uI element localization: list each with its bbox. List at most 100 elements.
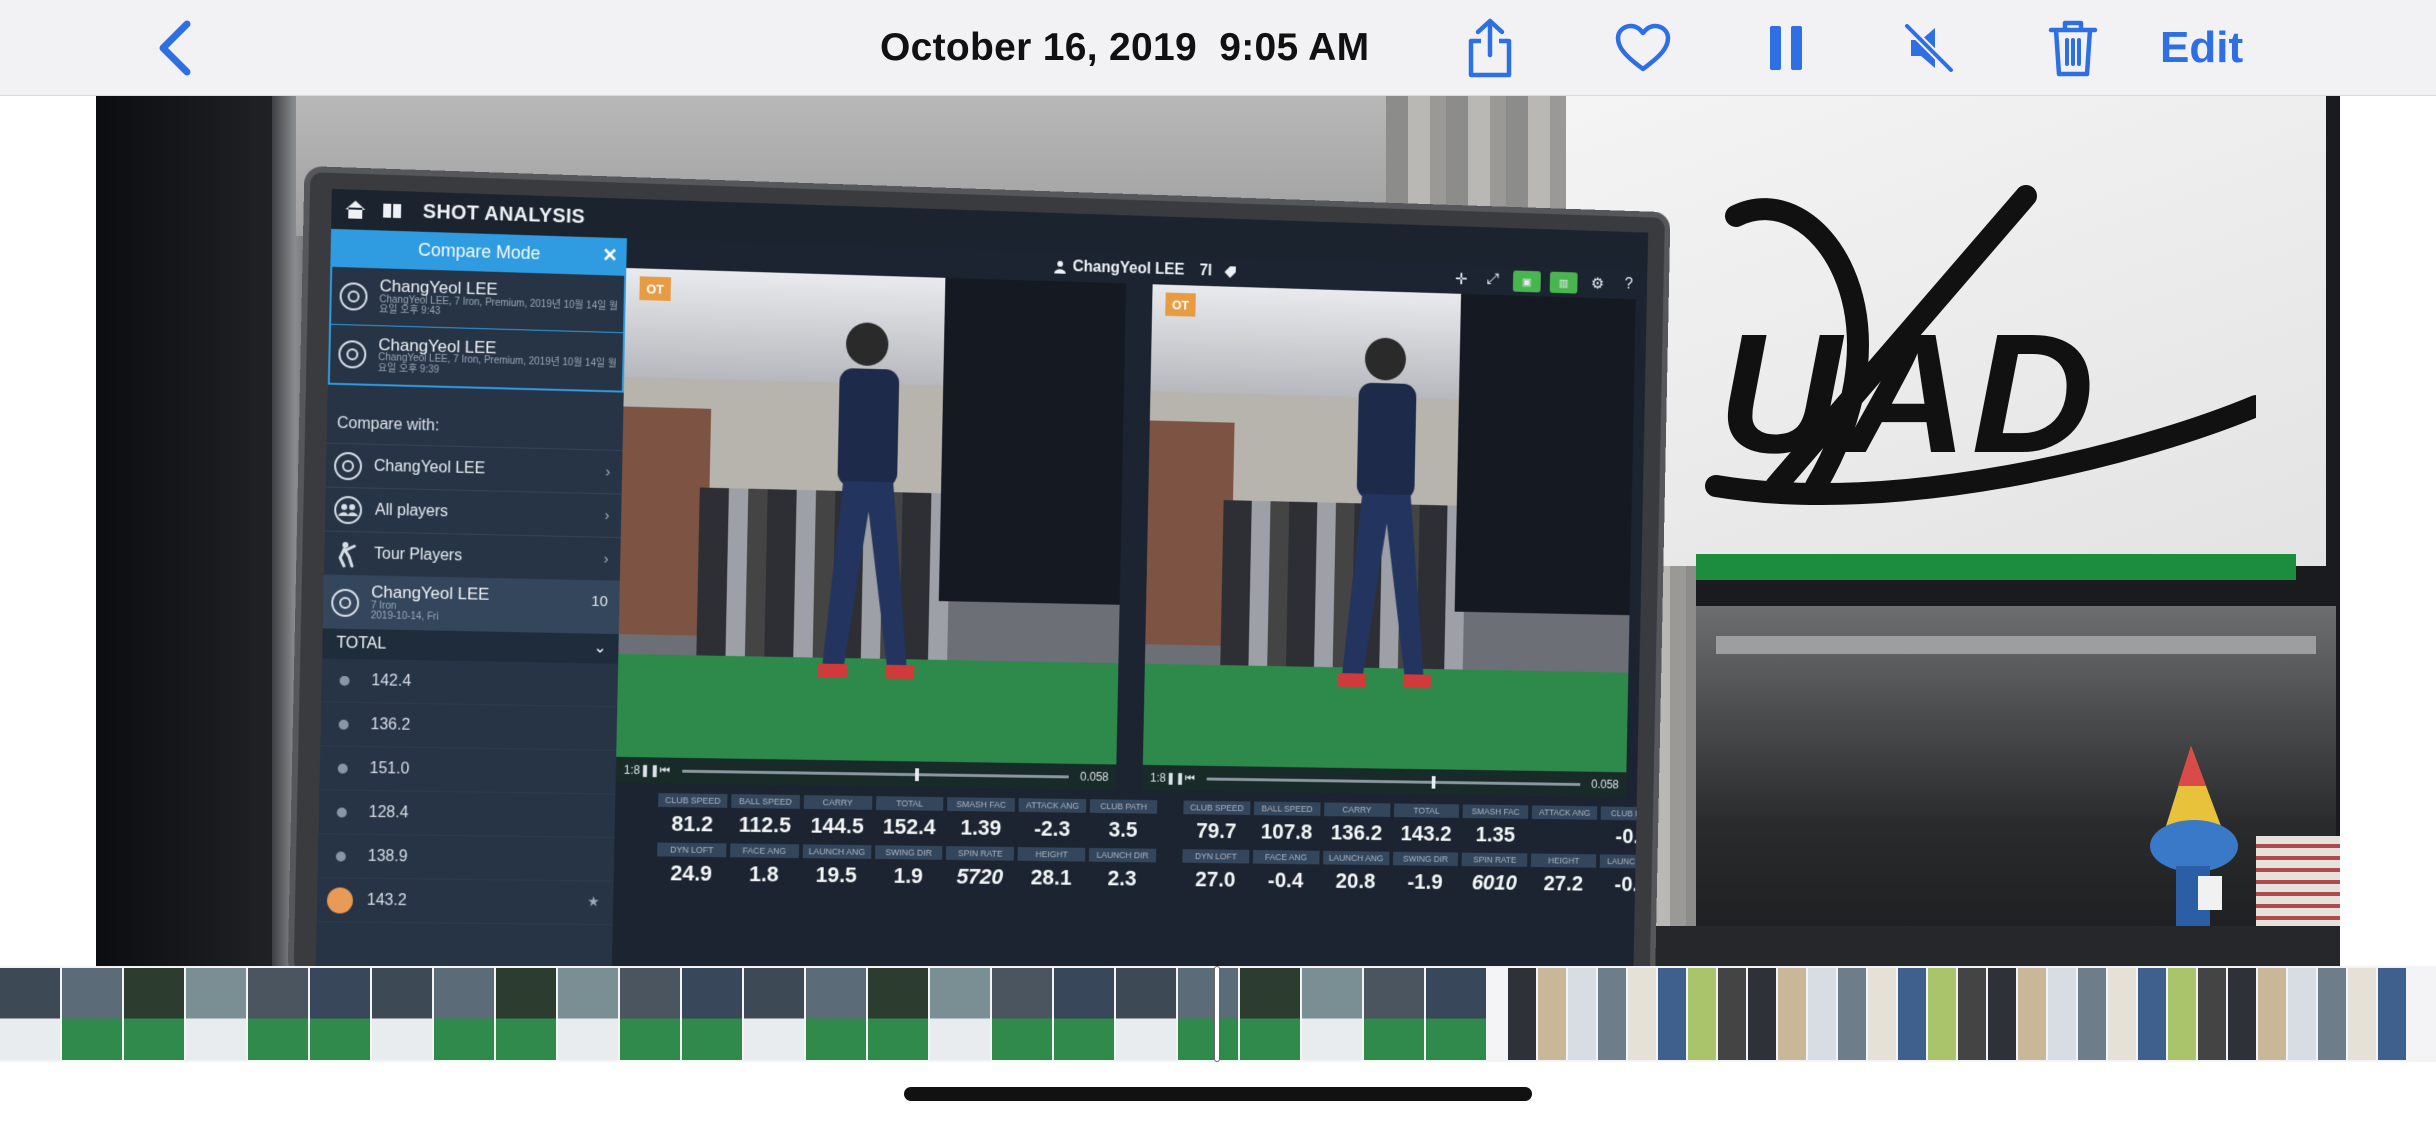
photo-thumbnail[interactable] [2198, 968, 2226, 1060]
mute-button[interactable] [1896, 14, 1962, 82]
photo-thumbnail[interactable] [2108, 968, 2136, 1060]
scrubber-track[interactable] [1206, 777, 1581, 786]
photo-thumbnail[interactable] [1748, 968, 1776, 1060]
photo-thumbnail[interactable] [310, 968, 370, 1060]
photo-thumbnail[interactable] [1658, 968, 1686, 1060]
photo-thumbnail[interactable] [2318, 968, 2346, 1060]
compare-item-tour-players[interactable]: Tour Players › [323, 530, 621, 581]
close-icon[interactable]: × [603, 242, 617, 270]
home-indicator[interactable] [904, 1087, 1532, 1101]
metric-value: 24.9 [670, 860, 713, 886]
photo-thumbnail[interactable] [744, 968, 804, 1060]
pause-button[interactable] [1756, 14, 1816, 82]
photo-thumbnail[interactable] [1240, 968, 1300, 1060]
photo-thumbnail[interactable] [992, 968, 1052, 1060]
help-icon[interactable]: ? [1618, 274, 1640, 296]
pause-icon[interactable]: ❚❚ [1166, 771, 1185, 785]
delete-button[interactable] [2040, 14, 2106, 82]
total-item[interactable]: 128.4 [318, 790, 616, 839]
photo-thumbnail[interactable] [1718, 968, 1746, 1060]
photo-view[interactable]: UAD SHOT ANALYSIS Compare Mode × ChangYe… [96, 96, 2340, 966]
left-swing-video[interactable]: OT 1:8 ❚❚ ⏮ 0.058 [615, 267, 1127, 790]
tag-icon[interactable] [1223, 265, 1236, 279]
playback-speed[interactable]: 1:8 [624, 763, 641, 777]
photo-thumbnail[interactable] [1868, 968, 1896, 1060]
step-back-icon[interactable]: ⏮ [1185, 771, 1195, 786]
photo-thumbnail[interactable] [1364, 968, 1424, 1060]
compare-with-heading: Compare with: [336, 414, 440, 435]
share-button[interactable] [1458, 14, 1522, 82]
photo-thumbnail[interactable] [0, 968, 60, 1060]
metric-label: DYN LOFT [1182, 849, 1250, 864]
photo-thumbnail[interactable] [2378, 968, 2406, 1060]
selected-shot[interactable]: ChangYeol LEE ChangYeol LEE, 7 Iron, Pre… [331, 266, 625, 334]
camera-toggle-icon[interactable]: ▣ [1512, 270, 1541, 293]
photo-thumbnail[interactable] [1778, 968, 1806, 1060]
photo-thumbnail[interactable] [2348, 968, 2376, 1060]
pause-icon[interactable]: ❚❚ [640, 763, 660, 777]
photo-thumbnail[interactable] [1568, 968, 1596, 1060]
photo-thumbnail[interactable] [1538, 968, 1566, 1060]
photo-thumbnail[interactable] [1302, 968, 1362, 1060]
photo-thumbnail[interactable] [868, 968, 928, 1060]
thumbnail-strip[interactable] [0, 966, 2436, 1062]
photo-thumbnail[interactable] [2078, 968, 2106, 1060]
photo-thumbnail[interactable] [2258, 968, 2286, 1060]
photo-thumbnail[interactable] [1928, 968, 1956, 1060]
photo-thumbnail[interactable] [124, 968, 184, 1060]
expand-icon[interactable]: ⤢ [1481, 269, 1504, 291]
favorite-button[interactable] [1608, 14, 1678, 82]
photo-thumbnail[interactable] [682, 968, 742, 1060]
edit-button[interactable]: Edit [2160, 14, 2310, 82]
total-item[interactable]: 151.0 [319, 746, 617, 795]
photo-thumbnail[interactable] [1598, 968, 1626, 1060]
photo-thumbnail[interactable] [1838, 968, 1866, 1060]
photo-thumbnail[interactable] [2288, 968, 2316, 1060]
photo-thumbnail[interactable] [2228, 968, 2256, 1060]
photo-thumbnail[interactable] [1898, 968, 1926, 1060]
photo-thumbnail[interactable] [558, 968, 618, 1060]
total-item[interactable]: 142.4 [321, 658, 619, 708]
gear-icon[interactable]: ⚙ [1586, 273, 1608, 295]
photo-thumbnail[interactable] [2018, 968, 2046, 1060]
photo-thumbnail[interactable] [1988, 968, 2016, 1060]
crosshair-icon[interactable]: ✛ [1450, 268, 1473, 290]
photo-thumbnail[interactable] [496, 968, 556, 1060]
photo-thumbnail[interactable] [1628, 968, 1656, 1060]
photo-thumbnail[interactable] [1958, 968, 1986, 1060]
photo-thumbnail[interactable] [1178, 968, 1238, 1060]
photo-thumbnail[interactable] [1508, 968, 1536, 1060]
photo-thumbnail[interactable] [186, 968, 246, 1060]
photo-thumbnail[interactable] [434, 968, 494, 1060]
photo-thumbnail[interactable] [1808, 968, 1836, 1060]
compare-item-player[interactable]: ChangYeol LEE › [325, 442, 623, 494]
selected-player-row[interactable]: ChangYeol LEE 7 Iron 2019-10-14, Fri 10 [322, 574, 620, 635]
metric-cell: HEIGHT 28.1 [1017, 847, 1086, 891]
right-swing-video[interactable]: OT 1:8 ❚❚ ⏮ 0.058 [1142, 284, 1636, 798]
photo-thumbnail[interactable] [1426, 968, 1486, 1060]
photo-thumbnail[interactable] [930, 968, 990, 1060]
photo-thumbnail[interactable] [806, 968, 866, 1060]
compare-item-all-players[interactable]: All players › [324, 486, 622, 538]
photo-thumbnail[interactable] [2168, 968, 2196, 1060]
photo-thumbnail[interactable] [1116, 968, 1176, 1060]
photo-thumbnail[interactable] [2138, 968, 2166, 1060]
star-icon[interactable]: ★ [587, 893, 600, 910]
photo-thumbnail[interactable] [62, 968, 122, 1060]
total-item[interactable]: 136.2 [320, 702, 618, 751]
step-back-icon[interactable]: ⏮ [660, 763, 671, 778]
scrubber-track[interactable] [681, 769, 1069, 778]
photo-thumbnail[interactable] [248, 968, 308, 1060]
layout-toggle-icon[interactable]: ▥ [1549, 271, 1578, 294]
photo-thumbnail[interactable] [1688, 968, 1716, 1060]
photo-thumbnail[interactable] [372, 968, 432, 1060]
total-item[interactable]: 138.9 [317, 834, 615, 882]
selected-shot[interactable]: ChangYeol LEE ChangYeol LEE, 7 Iron, Pre… [330, 325, 623, 391]
playback-speed[interactable]: 1:8 [1150, 771, 1166, 785]
photo-thumbnail[interactable] [1054, 968, 1114, 1060]
photo-thumbnail[interactable] [620, 968, 680, 1060]
scrubber-handle[interactable] [1214, 966, 1220, 1062]
back-button[interactable] [140, 14, 210, 82]
photo-thumbnail[interactable] [2048, 968, 2076, 1060]
total-item-selected[interactable]: 143.2 ★ [316, 878, 614, 926]
